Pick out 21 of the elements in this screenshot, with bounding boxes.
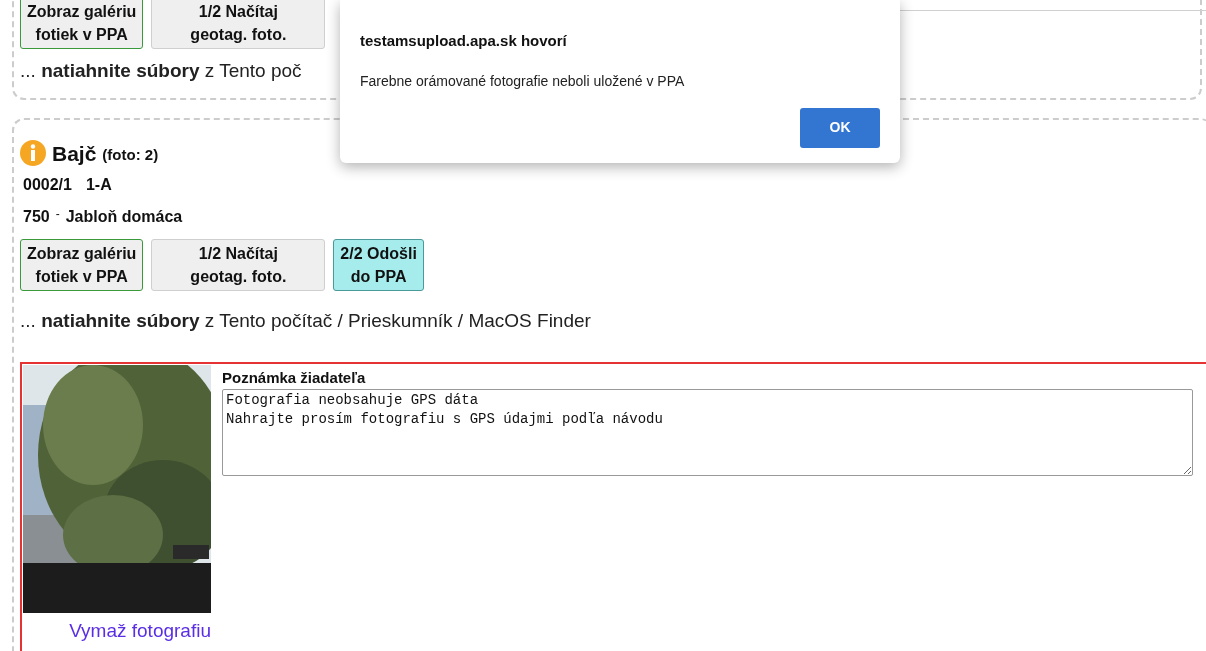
crop-code: 750 [23,207,50,227]
action-button[interactable]: Zobraz galériu fotiek v PPA [20,239,144,291]
note-field[interactable]: Fotografia neobsahuje GPS dáta Nahrajte prosím fotografiu s GPS údajmi podľa návodu [222,389,1193,476]
separator: - [55,206,60,223]
ok-button[interactable]: OK [800,107,880,148]
location-title: Bajč [52,140,97,167]
dialog-title: testamsupload.apa.sk hovorí [360,31,568,51]
action-button[interactable]: 1/2 Načítaj geotag. foto. [151,239,326,291]
parcel-number: 0002/1 [23,175,72,195]
drop-hint: ... natiahnite súbory z Tento počítač / Prieskumník / MacOS Finder [20,310,591,331]
note-label: Poznámka žiadateľa [222,367,367,388]
crop-name: Jabloň domáca [65,207,183,227]
block-code: 1-A [85,175,112,195]
action-button[interactable]: Zobraz galériu fotiek v PPA [20,0,144,49]
delete-photo-link[interactable]: Vymaž fotografiu [69,618,211,643]
dialog-message: Farebne orámované fotografie neboli uložené v PPA [360,71,686,91]
drop-hint: ... natiahnite súbory z Tento poč [20,59,302,83]
photo-count: (foto: 2) [102,144,159,165]
info-icon [20,140,46,167]
action-button[interactable]: 1/2 Načítaj geotag. foto. [151,0,326,49]
action-button[interactable]: 2/2 Odošli do PPA [333,239,424,291]
